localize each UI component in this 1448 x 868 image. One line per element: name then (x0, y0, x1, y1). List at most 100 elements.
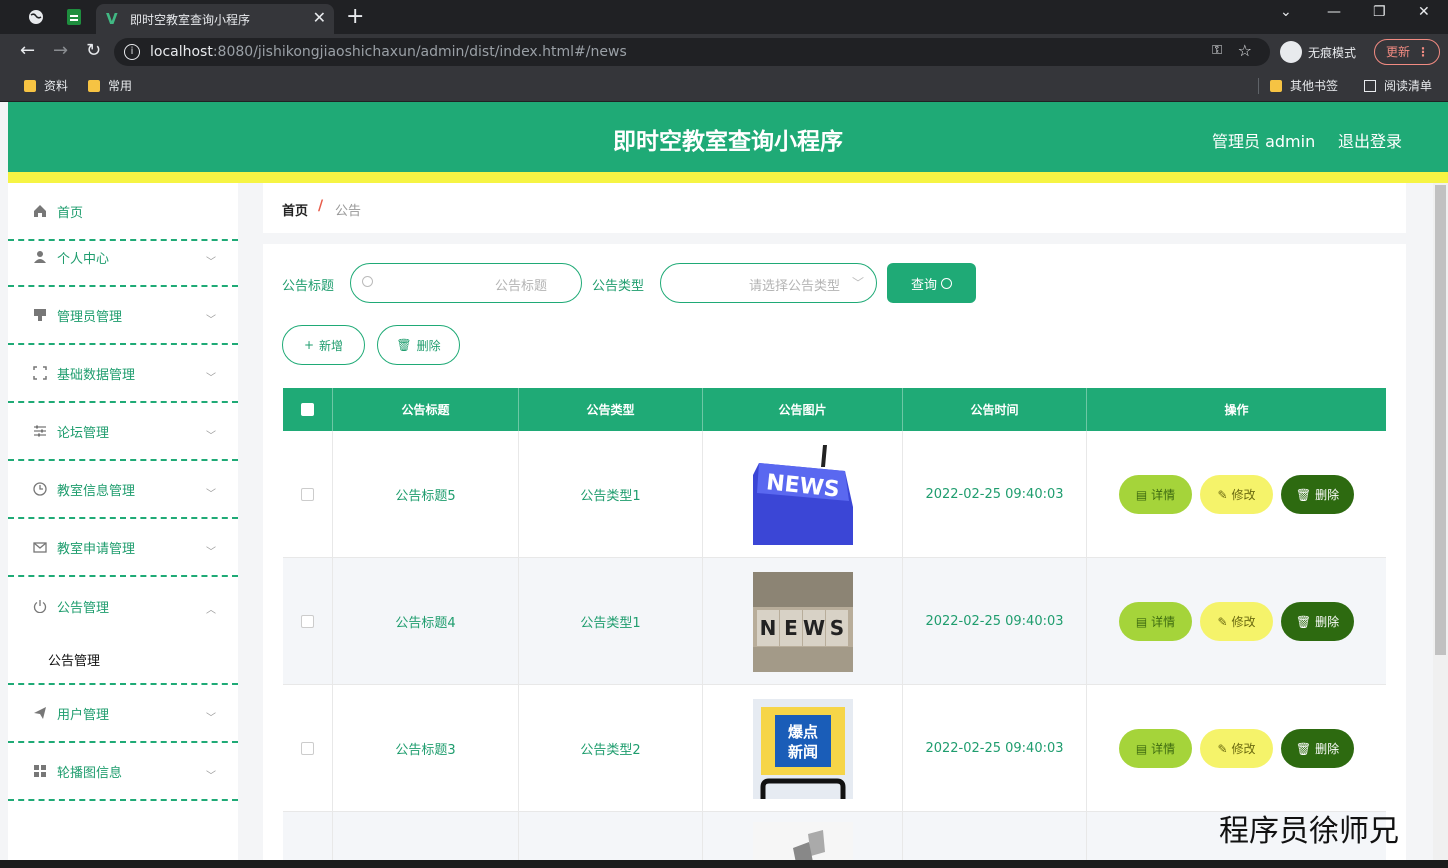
tab-search-icon[interactable]: ⌄ (1280, 4, 1292, 20)
delete-button[interactable]: 🗑 删除 (1281, 475, 1354, 514)
edit-button[interactable]: ✎ 修改 (1200, 475, 1273, 514)
other-bookmarks[interactable]: 其他书签 (1270, 77, 1338, 94)
delete-button[interactable]: 🗑 删除 (1281, 602, 1354, 641)
detail-button[interactable]: ▤ 详情 (1119, 475, 1192, 514)
restore-icon[interactable]: ❐ (1373, 4, 1386, 20)
back-icon[interactable]: ← (20, 40, 35, 61)
add-button[interactable]: + 新增 (282, 325, 365, 365)
sidebar-item-label: 管理员管理 (57, 309, 123, 325)
forward-icon[interactable]: → (53, 40, 68, 61)
sidebar-item-notice[interactable]: 公告管理 ︿ (8, 577, 238, 635)
url-field[interactable]: i localhost:8080/jishikongjiaoshichaxun/… (114, 38, 1270, 66)
chevron-up-icon: ︿ (206, 605, 216, 616)
menu-dots-icon: ⋮ (1417, 45, 1429, 59)
site-info-icon[interactable]: i (124, 44, 140, 60)
chevron-down-icon: ﹀ (851, 276, 864, 290)
table-row: 公告标题3 公告类型2 爆点 新闻 2022-02-25 09:40:03 ▤ 详… (283, 685, 1386, 812)
sheets-icon[interactable] (64, 7, 84, 27)
column-header-image[interactable]: 公告图片 (703, 388, 903, 431)
notice-image-cell: N E W S (703, 558, 903, 685)
close-window-icon[interactable]: ✕ (1418, 4, 1430, 20)
notice-title-cell: 公告标题5 (333, 431, 519, 558)
active-tab[interactable]: V 即时空教室查询小程序 ✕ (96, 4, 334, 34)
sidebar-item-label: 公告管理 (57, 600, 110, 616)
sidebar-item-carousel[interactable]: 轮播图信息 ﹀ (8, 743, 238, 801)
batch-delete-button[interactable]: 🗑 删除 (377, 325, 460, 365)
close-tab-icon[interactable]: ✕ (313, 8, 326, 27)
title-search-input[interactable]: 公告标题 (350, 263, 582, 303)
folder-icon (88, 79, 100, 92)
page-scrollbar[interactable] (1433, 183, 1448, 868)
reading-list-icon (1364, 79, 1376, 92)
key-icon[interactable]: ⚿ (1212, 43, 1222, 58)
column-header-title[interactable]: 公告标题 (333, 388, 519, 431)
bookmark-folder[interactable]: 常用 (88, 77, 132, 94)
news-blocks-image[interactable]: N E W S (752, 571, 853, 672)
chevron-down-icon: ﹀ (206, 431, 216, 442)
detail-button[interactable]: ▤ 详情 (1119, 602, 1192, 641)
breadcrumb-current: 公告 (335, 204, 362, 219)
notice-time-cell: 2022-02-25 09:40:03 (903, 431, 1087, 558)
detail-button[interactable]: ▤ 详情 (1119, 729, 1192, 768)
sidebar-item-users[interactable]: 用户管理 ﹀ (8, 685, 238, 743)
sidebar-item-label: 轮播图信息 (57, 765, 123, 781)
new-tab-icon[interactable]: + (346, 4, 364, 29)
sidebar-item-forum[interactable]: 论坛管理 ﹀ (8, 403, 238, 461)
column-header-type[interactable]: 公告类型 (519, 388, 703, 431)
select-all-checkbox[interactable] (301, 403, 314, 416)
delete-button[interactable]: 🗑 删除 (1281, 729, 1354, 768)
chevron-down-icon: ﹀ (206, 547, 216, 558)
sidebar-item-personal-center[interactable]: 个人中心 ﹀ (8, 229, 238, 287)
chevron-down-icon: ﹀ (206, 489, 216, 500)
bookmark-label: 其他书签 (1290, 79, 1339, 93)
bookmark-star-icon[interactable]: ☆ (1238, 41, 1252, 60)
svg-text:爆点: 爆点 (787, 723, 817, 741)
reload-icon[interactable]: ↻ (86, 40, 101, 61)
add-label: 新增 (319, 338, 344, 353)
table-row: 公告标题4 公告类型1 N E W S 2022-02-25 09:40:03 (283, 558, 1386, 685)
svg-text:W: W (802, 616, 824, 640)
pencil-icon: ✎ (1217, 614, 1228, 629)
type-select[interactable]: 请选择公告类型 ﹀ (660, 263, 877, 303)
edit-button[interactable]: ✎ 修改 (1200, 602, 1273, 641)
sidebar-item-classroom-apply[interactable]: 教室申请管理 ﹀ (8, 519, 238, 577)
detail-label: 详情 (1151, 742, 1176, 756)
row-checkbox[interactable] (301, 742, 314, 755)
browser-tab-bar: V 即时空教室查询小程序 ✕ + ⌄ — ❐ ✕ (0, 0, 1448, 34)
sidebar: 首页 个人中心 ﹀ 管理员管理 ﹀ 基础数据管理 ﹀ 论坛管理 ﹀ 教室信息管理… (8, 183, 238, 868)
search-icon (941, 277, 952, 289)
globe-icon[interactable] (26, 7, 46, 27)
query-button[interactable]: 查询 (887, 263, 976, 303)
pencil-icon: ✎ (1217, 741, 1228, 756)
sidebar-item-admin-management[interactable]: 管理员管理 ﹀ (8, 287, 238, 345)
incognito-icon (1280, 41, 1302, 63)
current-user: 管理员 admin (1212, 132, 1316, 151)
column-header-time[interactable]: 公告时间 (903, 388, 1087, 431)
delete-label: 删除 (416, 338, 441, 353)
incognito-indicator[interactable]: 无痕模式 (1280, 41, 1356, 63)
chevron-down-icon: ﹀ (206, 373, 216, 384)
update-button[interactable]: 更新 ⋮ (1374, 39, 1440, 65)
delete-label: 删除 (1315, 488, 1340, 502)
actions-cell: ▤ 详情 ✎ 修改 🗑 删除 (1087, 685, 1386, 812)
row-checkbox[interactable] (301, 488, 314, 501)
notice-time-cell: 2022-02-25 09:40:03 (903, 685, 1087, 812)
bookmark-label: 资料 (44, 79, 69, 93)
sidebar-subitem-notice[interactable]: 公告管理 (8, 630, 238, 685)
news-keyboard-image[interactable]: NEWS (752, 444, 853, 545)
notice-image-cell: 爆点 新闻 (703, 685, 903, 812)
bookmarks-bar: 资料 常用 其他书签 阅读清单 (0, 70, 1448, 102)
logout-link[interactable]: 退出登录 (1338, 128, 1402, 152)
minimize-icon[interactable]: — (1327, 4, 1341, 20)
scrollbar-thumb[interactable] (1435, 185, 1446, 655)
breadcrumb-home[interactable]: 首页 (282, 200, 308, 219)
delete-label: 删除 (1315, 615, 1340, 629)
sidebar-item-classroom-info[interactable]: 教室信息管理 ﹀ (8, 461, 238, 519)
reading-list[interactable]: 阅读清单 (1364, 77, 1432, 94)
breaking-news-phone-image[interactable]: 爆点 新闻 (752, 698, 853, 799)
row-checkbox[interactable] (301, 615, 314, 628)
actions-cell: ▤ 详情 ✎ 修改 🗑 删除 (1087, 558, 1386, 685)
bookmark-folder[interactable]: 资料 (24, 77, 68, 94)
edit-button[interactable]: ✎ 修改 (1200, 729, 1273, 768)
sidebar-item-basic-data[interactable]: 基础数据管理 ﹀ (8, 345, 238, 403)
